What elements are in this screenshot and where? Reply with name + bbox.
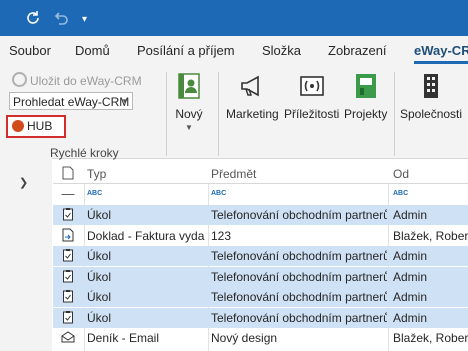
email-icon [53,328,83,348]
cell-predmet: 123 [211,228,232,243]
company-building-icon [400,72,462,103]
active-tab-indicator [414,61,468,64]
filter-typ[interactable]: ABC [87,184,205,204]
hub-label: HUB [27,119,53,133]
cell-od: Blažek, Robert [393,331,468,345]
cell-typ: Úkol [87,290,112,304]
cell-od: Admin [393,310,428,325]
ribbon-separator [166,72,167,156]
prilezitosti-button[interactable]: Příležitosti [284,72,339,121]
search-dropdown-value: Prohledat eWay-CRM [13,95,130,109]
task-icon [53,246,83,266]
column-header-od[interactable]: Od [393,164,468,184]
spolecnosti-button[interactable]: Společnosti [400,72,462,121]
tab-zobrazeni[interactable]: Zobrazení [328,43,387,58]
group-label-rychle-kroky: Rychlé kroky [50,146,119,160]
filter-icon: — [61,186,75,201]
document-icon[interactable] [53,164,83,184]
cell-typ: Doklad - Faktura vydaná [87,228,205,243]
table-row[interactable]: Úkol Telefonování obchodním partnerům Admi… [53,246,468,266]
new-label: Nový [175,107,203,121]
cell-od: Admin [393,208,428,222]
table-row[interactable]: Úkol Telefonování obchodním partnerům Admi… [53,287,468,307]
undo-icon[interactable] [52,9,70,32]
column-header-predmet[interactable]: Předmět [211,164,387,184]
new-contact-icon [175,72,203,103]
document-icon [53,226,83,246]
cell-typ: Úkol [87,208,112,222]
tab-eway-crm[interactable]: eWay-CRM [414,43,468,58]
cell-typ: Úkol [87,310,112,325]
filter-row: — ABC ABC ABC [53,184,468,204]
task-icon [53,205,83,225]
filter-predmet[interactable]: ABC [211,184,387,204]
tab-domu[interactable]: Domů [75,43,110,58]
table-row[interactable]: Deník - Email Nový design Blažek, Robert [53,328,468,348]
table-row[interactable]: Úkol Telefonování obchodním partnerům Admi… [53,205,468,225]
title-bar: ▾ [0,0,468,36]
cell-predmet: Telefonování obchodním partnerům [211,310,387,325]
task-icon [53,308,83,328]
opportunity-icon [284,72,339,103]
task-icon [53,267,83,287]
cell-typ: Úkol [87,249,112,263]
spolecnosti-label: Společnosti [400,107,463,121]
cell-typ: Deník - Email [87,331,160,345]
chevron-down-icon: ▼ [121,97,129,106]
table-row[interactable]: Úkol Telefonování obchodním partnerům Admi… [53,307,468,328]
cell-od: Admin [393,290,428,304]
cell-od: Blažek, Robert [393,228,468,243]
expand-chevron-icon[interactable]: ❯ [19,176,28,189]
task-icon [53,287,83,307]
cell-predmet: Telefonování obchodním partnerům [211,269,387,284]
table-row[interactable]: Úkol Telefonování obchodním partnerům Admi… [53,266,468,287]
project-icon [344,72,387,103]
cell-predmet: Telefonování obchodním partnerům [211,290,387,304]
tab-posilani[interactable]: Posílání a příjem [137,43,235,58]
customize-qat-icon[interactable]: ▾ [82,11,87,29]
marketing-button[interactable]: Marketing [226,72,279,121]
cell-od: Admin [393,269,428,284]
projekty-button[interactable]: Projekty [344,72,387,121]
projekty-label: Projekty [344,107,388,121]
cell-predmet: Telefonování obchodním partnerům [211,208,387,222]
prilezitosti-label: Příležitosti [284,107,340,121]
search-eway-dropdown[interactable]: Prohledat eWay-CRM ▼ [9,92,133,110]
filter-od[interactable]: ABC [393,184,468,204]
item-table: Typ Předmět Od — ABC ABC ABC Úkol Telefon… [53,164,468,351]
hub-icon [12,120,24,132]
tab-slozka[interactable]: Složka [262,43,301,58]
table-row[interactable]: Doklad - Faktura vydaná 123 Blažek, Robert [53,226,468,246]
cell-predmet: Telefonování obchodním partnerům [211,249,387,263]
column-header-typ[interactable]: Typ [87,164,205,184]
new-dropdown-icon: ▼ [185,123,193,132]
ribbon-tabs: Soubor Domů Posílání a příjem Složka Zob… [0,36,468,66]
cell-predmet: Nový design [211,331,278,345]
megaphone-icon [226,72,279,103]
ribbon-separator [218,72,219,156]
refresh-icon[interactable] [24,9,42,32]
tab-soubor[interactable]: Soubor [9,43,51,58]
cell-od: Admin [393,249,428,263]
save-to-eway-button[interactable]: Uložit do eWay-CRM [12,72,142,88]
cell-typ: Úkol [87,269,112,284]
save-icon [12,72,27,87]
new-button[interactable]: Nový ▼ [175,72,203,132]
save-label: Uložit do eWay-CRM [30,74,142,88]
ribbon-separator [394,72,395,156]
table-header: Typ Předmět Od [53,164,468,184]
marketing-label: Marketing [226,107,279,121]
hub-button[interactable]: HUB [6,115,66,138]
